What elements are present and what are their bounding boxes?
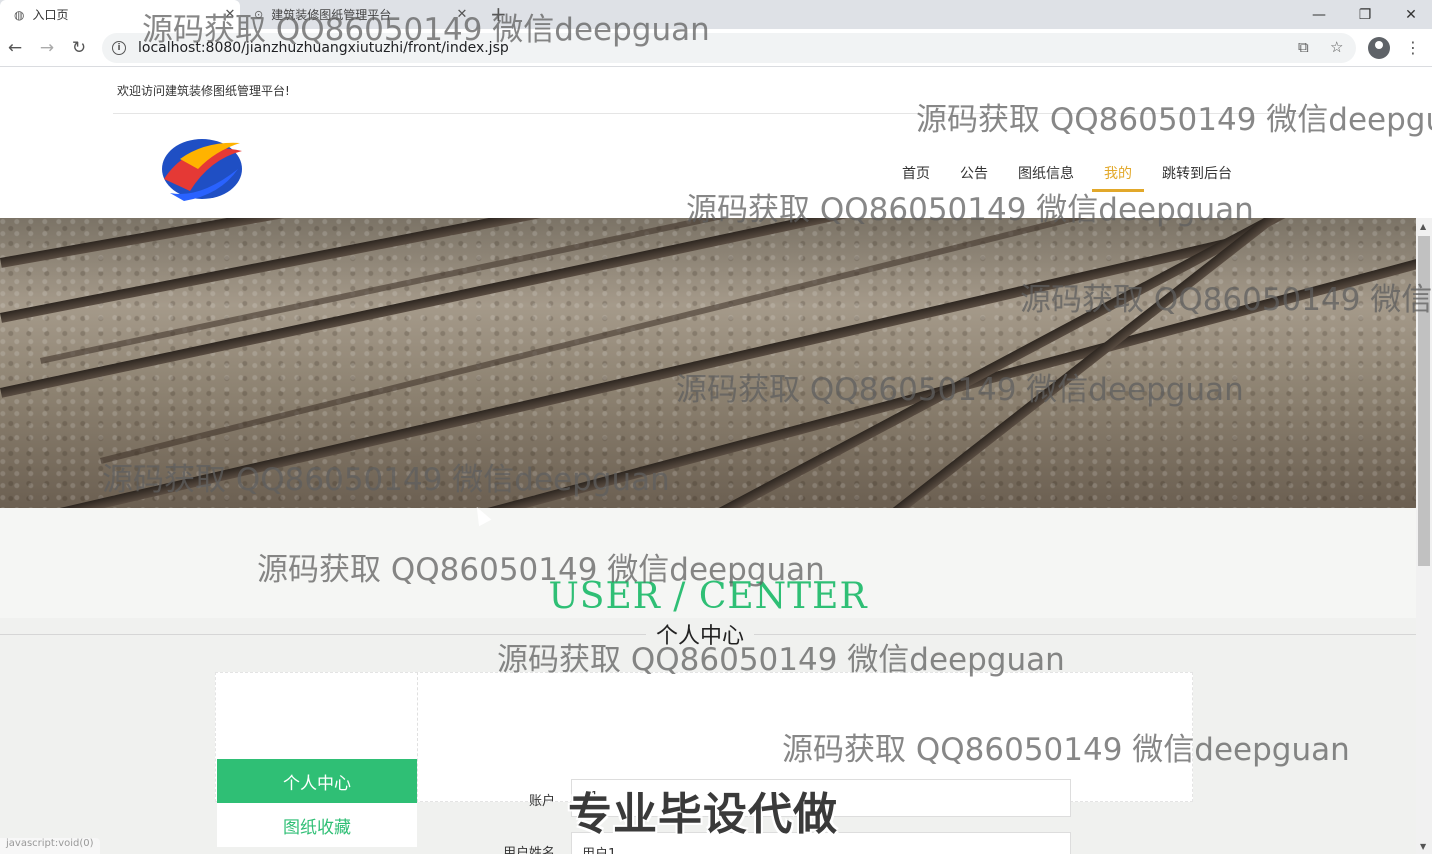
back-arrow-icon[interactable]: ← [4,37,26,59]
status-bar: javascript:void(0) [0,838,100,854]
info-icon[interactable]: i [112,41,126,55]
username-label: 用户姓名 [502,846,555,854]
minimize-icon[interactable]: — [1296,0,1342,29]
scroll-up-icon[interactable]: ▲ [1420,222,1426,231]
forward-arrow-icon[interactable]: → [36,37,58,59]
close-window-icon[interactable]: ✕ [1388,0,1432,29]
watermark: 源码获取 QQ86050149 微信deepguan [142,12,710,48]
watermark: 源码获取 QQ86050149 微信deepguan [916,102,1432,138]
watermark: 源码获取 QQ86050149 微信deepguan [102,462,670,498]
star-icon[interactable]: ☆ [1330,38,1343,56]
promo-watermark: 专业毕设代做 [568,789,838,840]
translate-icon[interactable]: ⧉ [1298,38,1309,56]
welcome-text: 欢迎访问建筑装修图纸管理平台! [117,84,290,98]
restore-icon[interactable]: ❐ [1342,0,1388,29]
scroll-down-icon[interactable]: ▼ [1420,842,1426,851]
account-label: 账户 [528,794,555,809]
watermark: 源码获取 QQ86050149 微信deepguan [782,732,1350,768]
watermark: 源码获取 QQ86050149 微信deepguan [257,552,825,588]
reload-icon[interactable]: ↻ [68,37,90,59]
watermark: 源码获取 QQ86050149 微信deepguan [497,642,1065,678]
watermark: 源码获取 QQ86050149 微信deepguan [676,372,1244,408]
watermark: 源码获取 QQ86050149 微信deepguan [686,192,1254,228]
side-menu: 个人中心 图纸收藏 [215,672,418,847]
site-logo[interactable] [150,129,250,204]
side-menu-favorites[interactable]: 图纸收藏 [217,803,417,847]
watermark: 源码获取 QQ86050149 微信deepguan [1020,282,1432,318]
menu-icon[interactable]: ⋮ [1405,38,1421,57]
side-menu-profile[interactable]: 个人中心 [217,759,417,803]
profile-icon[interactable] [1368,37,1390,59]
globe-icon: ◍ [14,7,25,22]
